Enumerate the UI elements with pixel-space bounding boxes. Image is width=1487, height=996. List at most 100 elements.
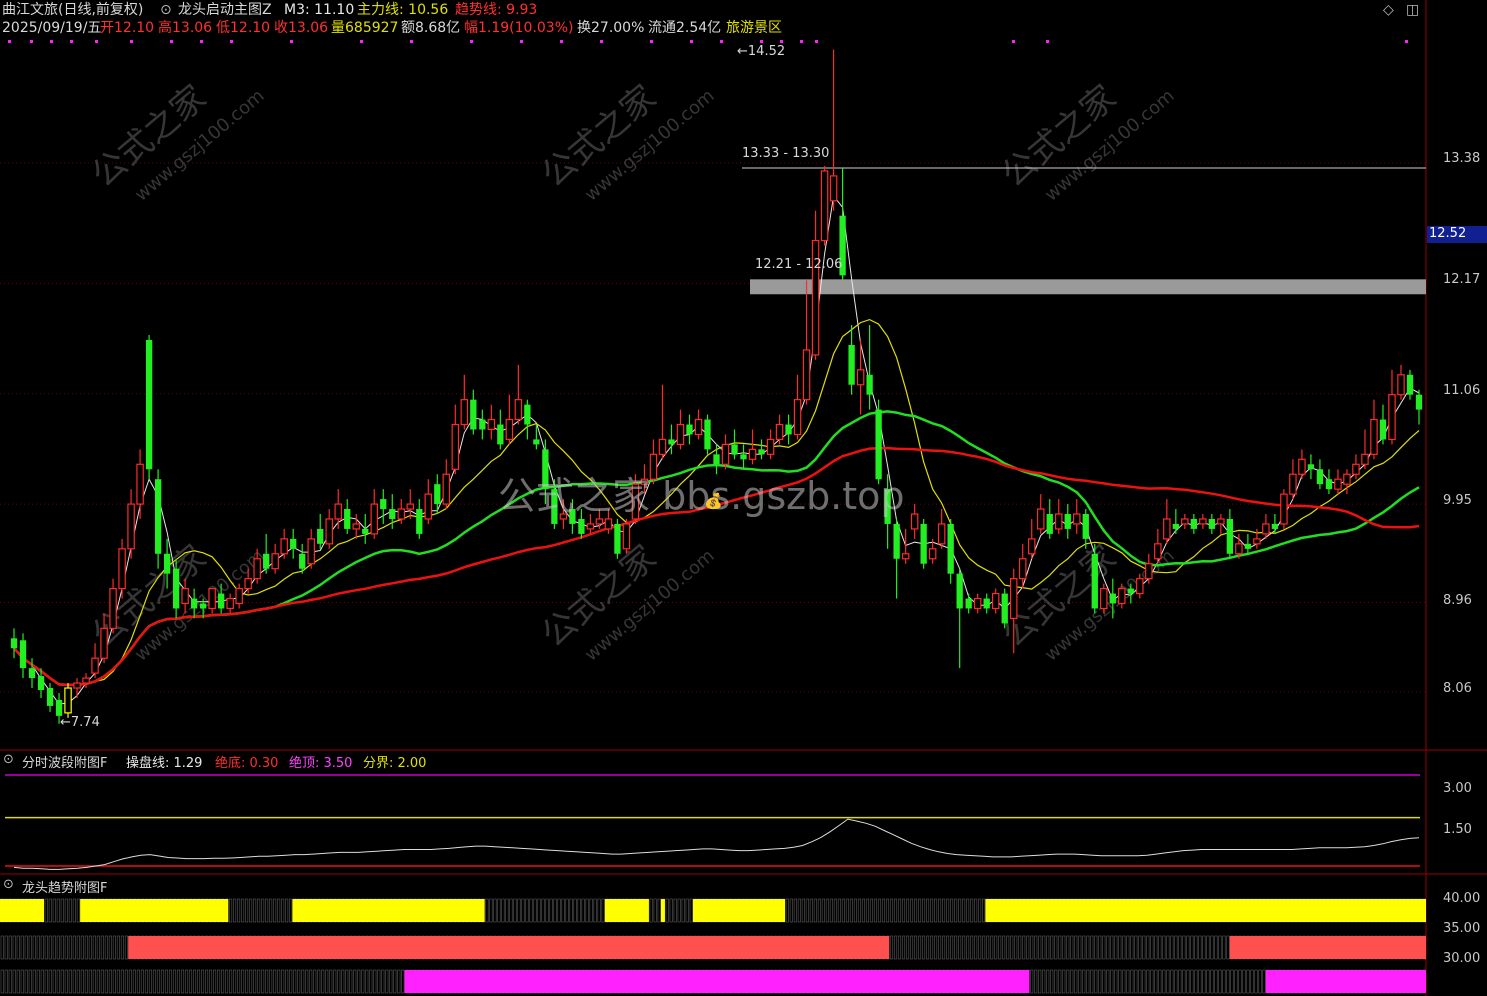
sub2-empty-cell: [545, 898, 549, 923]
candle: [811, 210, 820, 360]
chevron-down-icon[interactable]: ⊙: [160, 2, 172, 18]
formula-name[interactable]: 龙头启动主图Z: [178, 2, 272, 18]
candle-body-up: [1289, 473, 1297, 495]
sub2-empty-cell: [549, 898, 553, 923]
candle: [380, 489, 387, 524]
sub2-empty-cell: [865, 898, 870, 923]
sub2-empty-cell: [958, 935, 962, 960]
sector-label[interactable]: 旅游景区: [726, 20, 782, 36]
sub2-empty-cell: [553, 898, 557, 923]
candle: [785, 414, 792, 445]
sub2-empty-cell: [192, 969, 197, 994]
zone-label-lower: 12.21 - 12.06: [755, 257, 843, 272]
price-tick: 12.17: [1443, 272, 1481, 287]
candle: [442, 459, 451, 510]
candle-body-down: [578, 518, 585, 534]
sub2-band-segment: [692, 899, 786, 922]
candle-body-up: [1054, 513, 1063, 530]
sub2-title[interactable]: 龙头趋势附图F: [22, 877, 107, 896]
sub2-empty-cell: [108, 969, 112, 994]
candle-body-up: [307, 538, 315, 565]
sub2-empty-cell: [68, 935, 72, 960]
sub2-empty-cell: [849, 898, 853, 923]
sub2-empty-cell: [164, 969, 169, 994]
sub1-title[interactable]: 分时波段附图F: [22, 752, 107, 771]
candle: [1370, 399, 1378, 460]
sub2-empty-cell: [897, 898, 902, 923]
sub2-empty-cell: [1126, 935, 1130, 960]
candle-body-down: [416, 509, 423, 534]
signal-dot: [690, 40, 693, 43]
candle-body-up: [397, 508, 406, 520]
sub2-empty-cell: [1214, 935, 1218, 960]
sub2-empty-cell: [974, 898, 978, 923]
candle-body-up: [928, 548, 937, 560]
sub2-empty-cell: [1258, 969, 1262, 994]
candle-body-up: [973, 597, 982, 610]
candle-body-up: [352, 523, 360, 530]
candle-body-up: [208, 587, 216, 610]
sub2-empty-cell: [28, 935, 32, 960]
diamond-icon[interactable]: ◇: [1383, 2, 1394, 18]
sub2-empty-cell: [128, 969, 132, 994]
candle: [1154, 528, 1162, 564]
sub2-empty-cell: [1202, 969, 1206, 994]
candle: [1100, 583, 1108, 614]
sub2-empty-cell: [152, 969, 157, 994]
sub2-empty-cell: [573, 898, 577, 923]
candle-body-up: [748, 448, 757, 460]
sub2-empty-cell: [24, 969, 28, 994]
sub2-empty-cell: [681, 898, 685, 923]
high-annotation: ←14.52: [737, 44, 786, 59]
signal-dot: [815, 40, 818, 43]
signal-dot: [410, 40, 413, 43]
candle-body-down: [947, 523, 954, 574]
candle: [1001, 588, 1008, 629]
candle-body-down: [55, 699, 63, 716]
sub2-empty-cell: [797, 898, 801, 923]
price-tick: 8.06: [1443, 681, 1472, 696]
candle: [694, 409, 703, 440]
sub2-empty-cell: [1218, 935, 1222, 960]
sub2-empty-cell: [1142, 969, 1146, 994]
sub2-empty-cell: [1166, 969, 1170, 994]
sub2-empty-cell: [601, 898, 605, 923]
sub2-empty-cell: [893, 935, 898, 960]
candle-body-down: [172, 568, 180, 609]
sub2-empty-cell: [1134, 969, 1138, 994]
sub2-empty-cell: [172, 969, 177, 994]
sub2-empty-cell: [521, 898, 525, 923]
sub2-settings-icon[interactable]: ⊙: [3, 877, 14, 892]
candle: [334, 489, 342, 529]
sub2-empty-cell: [1070, 935, 1074, 960]
sub2-empty-cell: [1118, 969, 1122, 994]
candle-body-down: [524, 404, 531, 425]
candle-body-up: [280, 538, 288, 555]
sub2-empty-cell: [32, 935, 36, 960]
window-icon[interactable]: ◫: [1406, 2, 1419, 18]
sub1-settings-icon[interactable]: ⊙: [3, 752, 14, 767]
candle-body-down: [470, 399, 477, 430]
candle: [1379, 404, 1387, 445]
signal-dot: [560, 40, 563, 43]
sub2-empty-cell: [96, 935, 100, 960]
money-bag-icon[interactable]: 💰: [704, 493, 723, 509]
stock-title[interactable]: 曲江文旅(日线,前复权): [2, 2, 143, 18]
sub2-empty-cell: [285, 898, 289, 923]
sub2-empty-cell: [873, 898, 878, 923]
zhuli-value: 主力线: 10.56: [357, 2, 449, 18]
candle: [290, 528, 297, 559]
sub2-empty-cell: [233, 898, 237, 923]
sub2-empty-cell: [1094, 935, 1098, 960]
sub2-empty-cell: [525, 898, 529, 923]
candle: [668, 424, 675, 455]
candle: [1027, 518, 1036, 559]
sub2-band-segment: [0, 899, 45, 922]
sub2-band-segment: [292, 899, 485, 922]
sub2-empty-cell: [84, 969, 88, 994]
candle-body-up: [406, 503, 415, 510]
sub2-empty-cell: [930, 935, 934, 960]
candle-body-up: [1163, 518, 1171, 540]
candle: [271, 543, 279, 574]
signal-dot: [470, 40, 473, 43]
